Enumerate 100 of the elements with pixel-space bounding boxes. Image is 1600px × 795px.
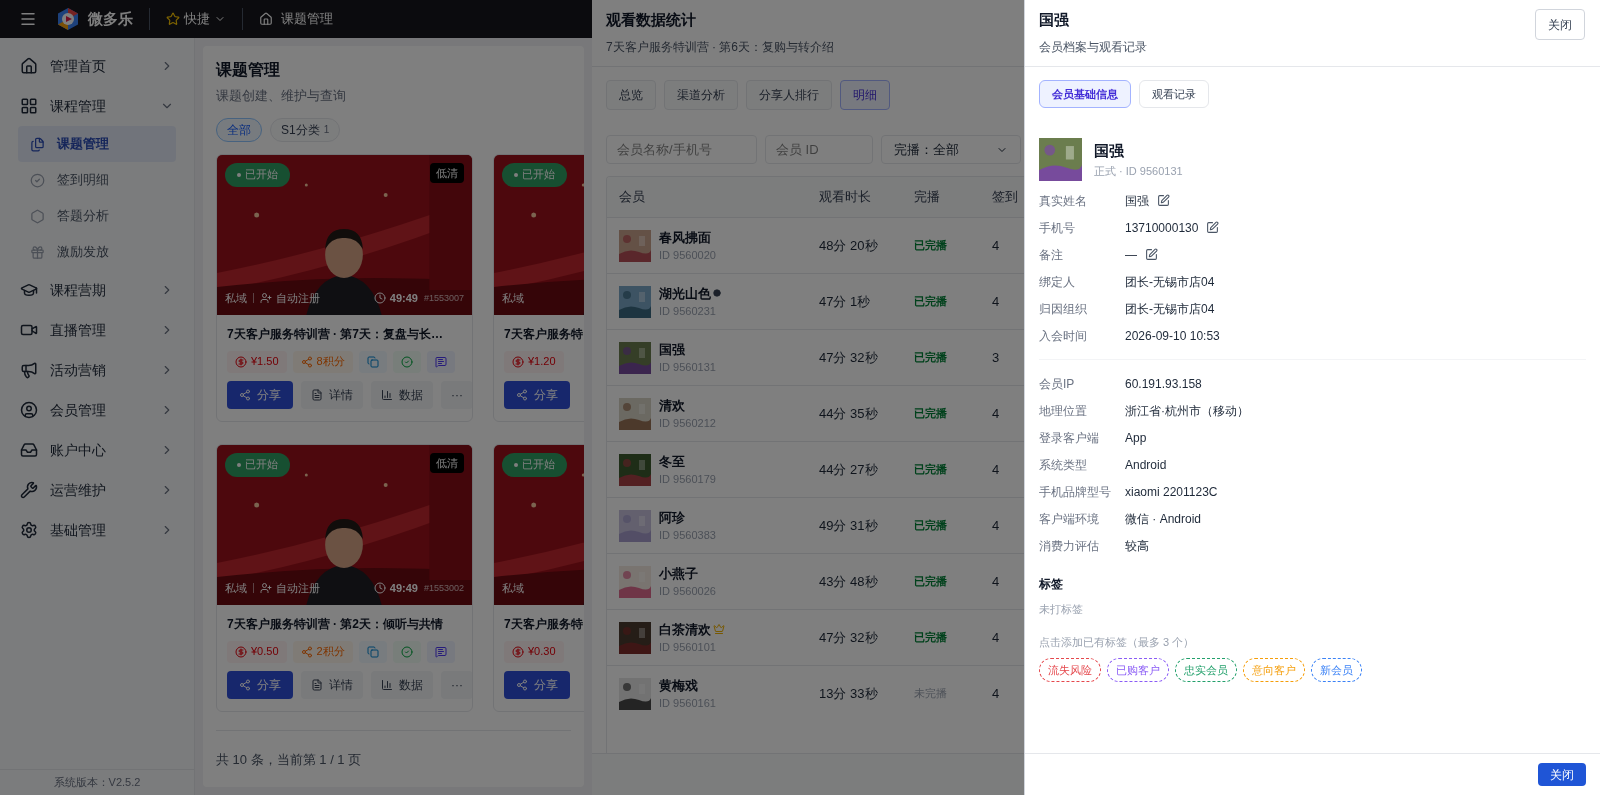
- close-button[interactable]: 关闭: [1538, 763, 1586, 786]
- sidebar-item[interactable]: 活动营销: [8, 350, 186, 390]
- completion-status: 已完播: [914, 462, 948, 478]
- share-icon: [300, 645, 313, 658]
- field-value: xiaomi 2201123C: [1125, 483, 1218, 501]
- message-chip[interactable]: [426, 350, 455, 373]
- message-chip[interactable]: [426, 640, 455, 663]
- field-label: 会员IP: [1039, 375, 1076, 393]
- data-button[interactable]: 数据: [371, 670, 433, 699]
- card-title: 7天客户服务特: [504, 325, 584, 343]
- empty-tags-text: 未打标签: [1039, 602, 1084, 617]
- details-button[interactable]: 详情: [301, 670, 363, 699]
- checkin-count: 4: [992, 572, 1001, 591]
- home-icon: [20, 57, 38, 75]
- tab[interactable]: 渠道分析: [664, 80, 738, 110]
- channel-label: 私域: [502, 581, 524, 596]
- sidebar-item[interactable]: 账户中心: [8, 430, 186, 470]
- member-name: 冬至: [659, 452, 685, 471]
- sidebar-item[interactable]: 会员管理: [8, 390, 186, 430]
- document-icon: [311, 388, 323, 401]
- tab[interactable]: 会员基础信息: [1039, 80, 1131, 108]
- field-value: 13710000130: [1125, 219, 1199, 237]
- share-button[interactable]: 分享: [227, 670, 293, 699]
- field-label: 客户端环境: [1039, 510, 1100, 528]
- drawer-title: 国强: [1039, 10, 1070, 30]
- close-button[interactable]: 关闭: [1535, 9, 1585, 40]
- menu-icon: [19, 10, 37, 28]
- sidebar-subitem[interactable]: 签到明细: [18, 162, 176, 198]
- edit-button[interactable]: [1157, 194, 1170, 207]
- edit-button[interactable]: [1145, 248, 1158, 261]
- data-button[interactable]: 数据: [371, 380, 433, 409]
- sidebar-subitem[interactable]: 课题管理: [18, 126, 176, 162]
- tab[interactable]: 总览: [606, 80, 656, 110]
- app-name: 微多乐: [88, 8, 133, 29]
- page-subtitle: 课题创建、维护与查询: [216, 87, 347, 105]
- points: 2积分: [316, 644, 345, 660]
- share-icon: [239, 678, 251, 691]
- copy-icon: [366, 355, 379, 368]
- tab[interactable]: 明细: [840, 80, 890, 110]
- clock-icon: [373, 582, 386, 595]
- share-button[interactable]: 分享: [227, 380, 293, 409]
- field-label: 真实姓名: [1039, 192, 1088, 210]
- channel-label: 私域: [502, 291, 524, 306]
- sidebar-item[interactable]: 运营维护: [8, 470, 186, 510]
- filter-chip[interactable]: 全部: [216, 117, 262, 142]
- checkin-count: 4: [992, 684, 1001, 703]
- field-value: 微信 · Android: [1125, 510, 1202, 528]
- drawer-title: 观看数据统计: [606, 10, 697, 30]
- sidebar-item[interactable]: 管理首页: [8, 46, 186, 86]
- hexagon-icon: [30, 208, 45, 224]
- member-name: 清欢: [659, 396, 685, 415]
- tab[interactable]: 观看记录: [1139, 80, 1209, 108]
- field-label: 登录客户端: [1039, 429, 1100, 447]
- watch-duration: 44分 27秒: [819, 460, 879, 479]
- completion-select[interactable]: 完播：全部: [881, 135, 1021, 164]
- completion-status: 已完播: [914, 406, 948, 422]
- share-icon: [239, 388, 251, 401]
- field-label: 地理位置: [1039, 402, 1088, 420]
- sidebar-subitem[interactable]: 答题分析: [18, 198, 176, 234]
- inbox-icon: [20, 441, 38, 459]
- sidebar-item[interactable]: 直播管理: [8, 310, 186, 350]
- field-value: 团长-无锡市店04: [1125, 300, 1215, 318]
- sidebar-item[interactable]: 基础管理: [8, 510, 186, 550]
- field-value: 60.191.93.158: [1125, 375, 1202, 393]
- user-circle-icon: [20, 401, 38, 419]
- member-name: 国强: [659, 340, 685, 359]
- settings-icon: [20, 521, 38, 539]
- card-title: 7天客户服务特训营 · 第2天：倾听与共情: [227, 615, 444, 633]
- tab[interactable]: 分享人排行: [746, 80, 832, 110]
- member-name: 黄梅戏: [659, 676, 698, 695]
- sidebar-item[interactable]: 课程营期: [8, 270, 186, 310]
- more-button[interactable]: ···: [441, 380, 472, 409]
- tools-icon: [20, 481, 38, 499]
- watch-duration: 43分 48秒: [819, 572, 879, 591]
- check-chip[interactable]: [392, 640, 421, 663]
- edit-button[interactable]: [1206, 221, 1220, 234]
- completion-status: 已完播: [914, 350, 948, 366]
- filter-chip[interactable]: S1分类 1: [270, 117, 341, 142]
- field-value: 国强: [1125, 192, 1149, 210]
- coin-icon: [235, 645, 247, 658]
- points: 8积分: [316, 354, 345, 370]
- details-button[interactable]: 详情: [301, 380, 363, 409]
- column-header: 签到: [992, 188, 1019, 207]
- gift-icon: [30, 244, 45, 260]
- column-header: 观看时长: [819, 188, 872, 207]
- member-name: 国强: [1094, 141, 1125, 161]
- check-chip[interactable]: [392, 350, 421, 373]
- member-name: 湖光山色: [659, 284, 711, 303]
- logo-icon: [56, 7, 80, 31]
- quick-menu-button[interactable]: 快捷: [166, 9, 226, 29]
- sidebar-item[interactable]: 课程管理: [8, 86, 186, 126]
- bar-chart-icon: [381, 678, 393, 691]
- field-value: App: [1125, 429, 1147, 447]
- share-button[interactable]: 分享: [504, 670, 570, 699]
- more-button[interactable]: ···: [441, 670, 472, 699]
- share-button[interactable]: 分享: [504, 380, 570, 409]
- sidebar-subitem[interactable]: 激励发放: [18, 234, 176, 270]
- watch-duration: 47分 32秒: [819, 628, 879, 647]
- registration-label: 自动注册: [276, 581, 320, 596]
- field-value: —: [1125, 246, 1137, 264]
